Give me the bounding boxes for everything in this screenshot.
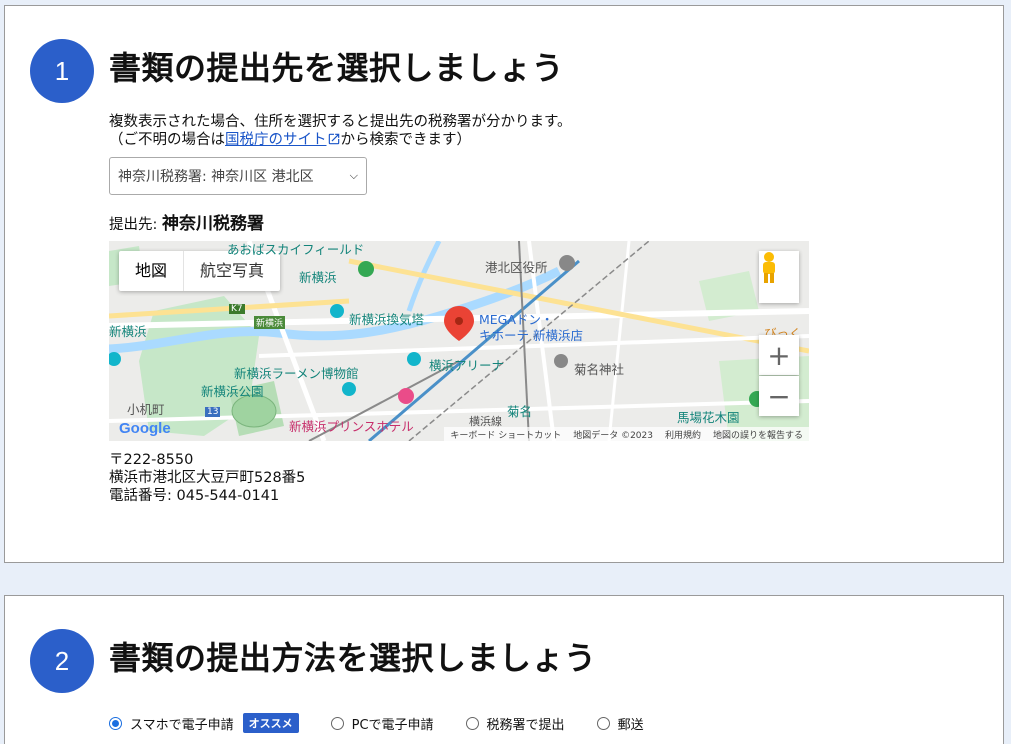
method-mail-radio[interactable] xyxy=(596,716,610,730)
tab-map[interactable]: 地図 xyxy=(119,251,185,291)
map-label: 新横浜換気塔 xyxy=(349,312,425,327)
keyboard-shortcuts-link[interactable]: キーボード ショートカット xyxy=(450,428,561,441)
report-error-link[interactable]: 地図の誤りを報告する xyxy=(713,428,803,441)
google-logo-text: Google xyxy=(119,420,171,437)
street-address: 横浜市港北区大豆戸町528番5 xyxy=(109,470,306,486)
map-label: 新横浜公園 xyxy=(201,384,264,399)
map[interactable]: 地図 航空写真 あおばスカイフィールド 港北区役所 新横浜 新横浜換気塔 MEG… xyxy=(109,241,809,441)
step1-description: 複数表示された場合、住所を選択すると提出先の税務署が分かります。 （ご不明の場合… xyxy=(109,113,572,149)
destination: 提出先: 神奈川税務署 xyxy=(109,209,264,234)
map-label: 新横浜プリンスホテル xyxy=(289,419,414,434)
road-label: 13 xyxy=(205,407,221,417)
map-label: 新横浜 xyxy=(254,316,286,329)
map-label: 新横浜ラーメン博物館 xyxy=(234,366,359,381)
method-tax-office[interactable]: 税務署で提出 xyxy=(465,714,565,733)
zoom-in-button[interactable]: + xyxy=(759,335,799,375)
map-label: 馬場花木園 xyxy=(677,410,740,425)
tax-office-select[interactable]: 神奈川税務署: 神奈川区 港北区 ⌵ xyxy=(109,157,367,195)
step2-card: 2 書類の提出方法を選択しましょう スマホで電子申請 オススメ PCで電子申請 … xyxy=(4,595,1004,744)
method-smartphone[interactable]: スマホで電子申請 オススメ xyxy=(109,713,299,733)
recommended-badge: オススメ xyxy=(242,713,299,733)
map-label: 横浜アリーナ xyxy=(429,358,505,373)
desc-suffix: から検索できます） xyxy=(340,132,472,148)
map-label: 菊名神社 xyxy=(574,362,625,377)
nta-site-link[interactable]: 国税庁のサイト xyxy=(225,132,327,148)
method-mail-label: 郵送 xyxy=(617,717,644,733)
tax-office-select-value: 神奈川税務署: 神奈川区 港北区 xyxy=(118,169,314,185)
map-label: あおばスカイフィールド xyxy=(227,242,365,257)
destination-value: 神奈川税務署 xyxy=(162,214,264,234)
method-pc-label: PCで電子申請 xyxy=(351,717,434,733)
method-smartphone-radio[interactable] xyxy=(109,716,122,730)
method-pc-radio[interactable] xyxy=(330,716,344,730)
method-mail[interactable]: 郵送 xyxy=(596,714,644,733)
office-address: 〒222-8550 横浜市港北区大豆戸町528番5 電話番号: 045-544-… xyxy=(109,451,305,505)
destination-label: 提出先: xyxy=(109,217,158,233)
step2-number: 2 xyxy=(30,629,94,693)
desc-line2: （ご不明の場合は国税庁のサイト から検索できます） xyxy=(109,131,572,149)
map-footer: キーボード ショートカット 地図データ ©2023 利用規約 地図の誤りを報告す… xyxy=(444,427,809,441)
postal-code: 〒222-8550 xyxy=(109,452,194,468)
step1-card: 1 書類の提出先を選択しましょう 複数表示された場合、住所を選択すると提出先の税… xyxy=(4,5,1004,563)
phone-number: 電話番号: 045-544-0141 xyxy=(109,488,280,504)
desc-prefix: （ご不明の場合は xyxy=(109,132,225,148)
map-label: 新横浜 xyxy=(299,270,337,285)
step2-title: 書類の提出方法を選択しましょう xyxy=(109,639,597,677)
map-label: 小机町 xyxy=(127,402,165,417)
google-logo: Google xyxy=(119,420,171,437)
method-pc[interactable]: PCで電子申請 xyxy=(330,714,434,733)
road-label: K7 xyxy=(229,304,245,314)
map-label: 菊名 xyxy=(507,404,533,419)
map-data-credit: 地図データ ©2023 xyxy=(573,430,653,441)
terms-link[interactable]: 利用規約 xyxy=(665,428,701,441)
method-tax-office-radio[interactable] xyxy=(465,716,479,730)
chevron-down-icon: ⌵ xyxy=(349,169,358,182)
map-label: 新横浜 xyxy=(109,324,147,339)
method-smartphone-label: スマホで電子申請 xyxy=(130,717,234,733)
map-label: キホーテ 新横浜店 xyxy=(479,328,583,343)
step1-number: 1 xyxy=(30,39,94,103)
street-view-pegman-icon[interactable] xyxy=(759,251,799,303)
step1-title: 書類の提出先を選択しましょう xyxy=(109,49,565,87)
map-label: 港北区役所 xyxy=(485,260,548,275)
method-tax-office-label: 税務署で提出 xyxy=(486,717,565,733)
submission-method-group: スマホで電子申請 オススメ PCで電子申請 税務署で提出 郵送 xyxy=(109,713,676,733)
desc-line1: 複数表示された場合、住所を選択すると提出先の税務署が分かります。 xyxy=(109,114,572,130)
external-link-icon xyxy=(328,133,339,145)
zoom-out-button[interactable]: − xyxy=(759,376,799,416)
